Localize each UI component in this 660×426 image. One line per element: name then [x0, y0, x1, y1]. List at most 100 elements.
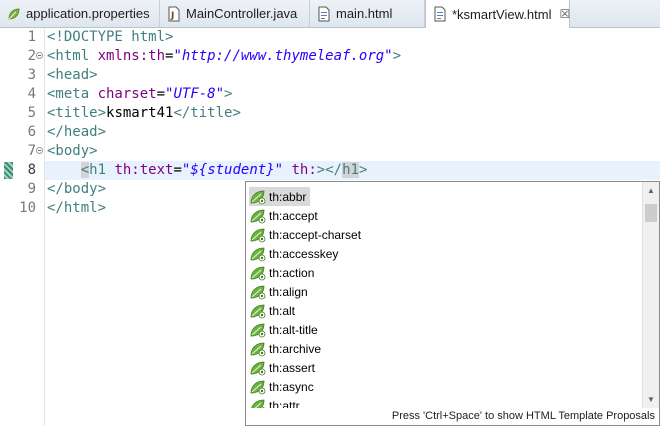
code-token: <head>: [47, 67, 98, 83]
scroll-thumb[interactable]: [645, 204, 657, 222]
tab-label: application.properties: [26, 6, 150, 21]
thymeleaf-leaf-icon: [250, 342, 266, 356]
code-line-5[interactable]: 5 <title>ksmart41</title>: [0, 104, 660, 123]
java-file-icon: J: [168, 6, 180, 21]
code-token: >: [392, 48, 402, 64]
proposal-item[interactable]: th:async: [249, 377, 318, 396]
code-line-1[interactable]: 1 <!DOCTYPE html>: [0, 28, 660, 47]
code-token: ksmart41: [106, 105, 174, 121]
code-token: =: [173, 162, 182, 178]
fold-toggle-icon[interactable]: [36, 147, 43, 154]
code-token: ></: [316, 162, 343, 178]
code-token: th:text: [114, 162, 174, 178]
line-number: 9: [27, 181, 36, 197]
proposal-scrollbar[interactable]: ▲ ▼: [642, 182, 659, 408]
thymeleaf-leaf-icon: [250, 228, 266, 242]
proposal-label: th:accept-charset: [269, 227, 362, 242]
proposal-label: th:accesskey: [269, 246, 339, 261]
proposal-item[interactable]: th:attr: [249, 396, 304, 408]
thymeleaf-leaf-icon: [250, 247, 266, 261]
code-token: <body>: [47, 143, 98, 159]
scroll-up-arrow-icon[interactable]: ▲: [643, 182, 659, 199]
proposal-item[interactable]: th:align: [249, 282, 312, 301]
thymeleaf-leaf-icon: [250, 323, 266, 337]
code-token: <title>: [47, 105, 107, 121]
thymeleaf-leaf-icon: [250, 304, 266, 318]
editor-tab-bar: application.properties J MainController.…: [0, 0, 660, 28]
code-token: h1: [89, 162, 107, 178]
code-token: >: [165, 29, 174, 45]
code-token: h1: [342, 162, 359, 178]
code-token: </head>: [47, 124, 107, 140]
proposal-label: th:attr: [269, 398, 300, 409]
code-token: </body>: [47, 181, 107, 197]
code-token: <: [80, 162, 90, 178]
code-token: >: [224, 86, 233, 102]
tab-ksmartview-html[interactable]: *ksmartView.html ☒: [425, 0, 570, 28]
line-number: 2: [27, 48, 36, 64]
proposal-list[interactable]: th:abbr th:accept th:accept-charset th:acce…: [246, 182, 641, 408]
code-line-6[interactable]: 6 </head>: [0, 123, 660, 142]
code-line-2[interactable]: 2 <html xmlns:th="http://www.thymeleaf.o…: [0, 47, 660, 66]
proposal-item[interactable]: th:assert: [249, 358, 319, 377]
close-icon[interactable]: ☒: [559, 7, 570, 21]
html-file-icon: [434, 6, 446, 22]
code-line-4[interactable]: 4 <meta charset="UTF-8">: [0, 85, 660, 104]
proposal-item[interactable]: th:archive: [249, 339, 325, 358]
thymeleaf-leaf-icon: [250, 190, 266, 204]
proposal-label: th:abbr: [269, 189, 307, 204]
code-token: "${student}": [181, 162, 284, 178]
proposal-item[interactable]: th:action: [249, 263, 318, 282]
proposal-item[interactable]: th:alt-title: [249, 320, 322, 339]
properties-file-icon: [8, 8, 20, 19]
code-token: html: [131, 29, 166, 45]
code-line-3[interactable]: 3 <head>: [0, 66, 660, 85]
change-marker-icon: [4, 162, 13, 179]
code-token: </title>: [173, 105, 241, 121]
tab-label: MainController.java: [186, 6, 298, 21]
code-token: th:: [291, 162, 317, 178]
line-number: 5: [27, 105, 36, 121]
thymeleaf-leaf-icon: [251, 399, 266, 408]
proposal-label: th:action: [269, 265, 315, 280]
proposal-item[interactable]: th:accesskey: [249, 244, 342, 263]
svg-text:J: J: [170, 11, 174, 21]
proposal-item[interactable]: th:alt: [249, 301, 299, 320]
code-token: <html: [47, 48, 98, 64]
line-number: 10: [19, 200, 36, 216]
content-assist-popup[interactable]: th:abbr th:accept th:accept-charset th:acce…: [245, 181, 660, 426]
proposal-label: th:accept: [269, 208, 318, 223]
code-token: <meta: [47, 86, 98, 102]
code-line-7[interactable]: 7 <body>: [0, 142, 660, 161]
proposal-label: th:async: [269, 379, 314, 394]
gutter-divider: [44, 28, 45, 426]
scroll-down-arrow-icon[interactable]: ▼: [643, 391, 659, 408]
fold-toggle-icon[interactable]: [36, 52, 43, 59]
thymeleaf-leaf-icon: [250, 285, 266, 299]
thymeleaf-leaf-icon: [250, 209, 266, 223]
line-number: 6: [27, 124, 36, 140]
proposal-item[interactable]: th:accept: [249, 206, 322, 225]
code-line-8[interactable]: 8 <h1 th:text="${student}" th:></h1>: [0, 161, 660, 180]
code-token: "UTF-8": [165, 86, 225, 102]
tab-main-html[interactable]: main.html: [310, 0, 425, 27]
proposal-label: th:align: [269, 284, 308, 299]
code-token: xmlns:th: [97, 48, 166, 64]
proposal-item[interactable]: th:accept-charset: [249, 225, 365, 244]
line-number: 8: [27, 162, 36, 178]
thymeleaf-leaf-icon: [250, 361, 266, 375]
tab-label: main.html: [336, 6, 393, 21]
tab-main-controller-java[interactable]: J MainController.java: [160, 0, 310, 27]
code-token: >: [358, 162, 368, 178]
proposal-label: th:archive: [269, 341, 322, 356]
line-number: 1: [27, 29, 36, 45]
code-token: "http://www.thymeleaf.org": [173, 48, 393, 64]
proposal-item[interactable]: th:abbr: [249, 187, 311, 206]
tab-application-properties[interactable]: application.properties: [0, 0, 160, 27]
line-number: 7: [27, 143, 36, 159]
proposal-label: th:assert: [269, 360, 316, 375]
code-token: </html>: [47, 200, 107, 216]
line-number: 3: [27, 67, 36, 83]
